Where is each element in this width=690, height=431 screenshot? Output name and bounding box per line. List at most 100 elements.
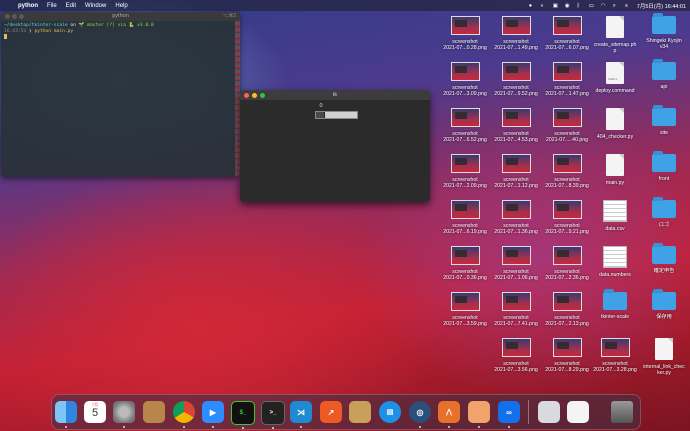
desktop-icon[interactable]: ロゴ bbox=[636, 197, 690, 228]
document-icon: SHELL bbox=[606, 62, 624, 84]
desktop-icon[interactable]: SHELL deploy.command bbox=[587, 62, 643, 94]
image-thumbnail-icon bbox=[501, 246, 531, 265]
dock-finder-icon[interactable] bbox=[55, 401, 77, 428]
desktop-icon[interactable]: screenshot 2021-07...3.59.png bbox=[437, 292, 493, 328]
menu-edit[interactable]: Edit bbox=[66, 3, 76, 9]
document-icon bbox=[603, 246, 627, 268]
desktop-icon-label: screenshot 2021-07...3.56.png bbox=[494, 361, 538, 374]
desktop-icon-label: screenshot 2021-07...3.28.png bbox=[593, 361, 637, 374]
desktop-icon[interactable]: 確定申告 bbox=[636, 243, 690, 274]
menu-clock[interactable]: 7月5日(月) 16:44:01 bbox=[637, 2, 686, 10]
tk-window[interactable]: tk 0 bbox=[240, 90, 430, 202]
dock-trash-icon[interactable] bbox=[611, 401, 633, 423]
dock-archive-icon[interactable] bbox=[349, 401, 371, 423]
dock-search-app-icon[interactable]: ◎ bbox=[409, 401, 431, 428]
tk-titlebar[interactable]: tk bbox=[240, 90, 430, 100]
desktop-icon-label: screenshot 2021-07...9.52.png bbox=[494, 85, 538, 98]
wifi-icon[interactable]: ◠ bbox=[601, 3, 607, 9]
dock-chrome-icon[interactable] bbox=[173, 401, 195, 428]
desktop-icon-label: screenshot 2021-07...0.28.png bbox=[443, 39, 487, 52]
desktop-icon[interactable]: site bbox=[636, 105, 690, 136]
desktop-icon[interactable]: tkinter-scale bbox=[587, 289, 643, 320]
desktop-icon-label: screenshot 2021-07...1.36.png bbox=[494, 223, 538, 236]
dock-stack-icon[interactable]: ⋀ bbox=[438, 401, 460, 428]
image-thumbnail-icon bbox=[552, 246, 582, 265]
document-icon bbox=[655, 338, 673, 360]
dock-keynote-icon[interactable] bbox=[468, 401, 490, 428]
status-icon-1[interactable]: ● bbox=[529, 3, 535, 9]
desktop-icon[interactable]: screenshot 2021-07...1.12.png bbox=[488, 154, 544, 190]
desktop-icon[interactable]: Shingeki Kyojin v34 bbox=[636, 13, 690, 51]
menu-app-name[interactable]: python bbox=[18, 3, 38, 9]
desktop-icon[interactable]: screenshot 2021-07...1.06.png bbox=[488, 246, 544, 282]
desktop-icon[interactable]: screenshot 2021-07...3.28.png bbox=[587, 338, 643, 374]
dock-infinity-icon[interactable]: ∞ bbox=[498, 401, 520, 428]
dock-terminal-icon[interactable]: >_ bbox=[261, 401, 285, 429]
dock-document-icon[interactable] bbox=[567, 401, 589, 423]
dock-zoom-icon[interactable]: ▶ bbox=[202, 401, 224, 428]
scale-slider[interactable] bbox=[316, 112, 325, 118]
image-thumbnail-icon bbox=[552, 338, 582, 357]
status-icon-2[interactable]: ◐ bbox=[541, 3, 547, 9]
image-thumbnail-icon bbox=[552, 292, 582, 311]
dock-contacts-icon[interactable] bbox=[143, 401, 165, 423]
desktop-icon[interactable]: screenshot 2021-07...6.52.png bbox=[437, 108, 493, 144]
bluetooth-icon[interactable]: ᛒ bbox=[577, 3, 583, 9]
terminal-titlebar[interactable]: python ⌥⌘2 bbox=[1, 12, 240, 21]
dock-activity-icon[interactable]: ↗ bbox=[320, 401, 342, 423]
battery-icon[interactable]: ▭ bbox=[589, 3, 595, 9]
menu-help[interactable]: Help bbox=[115, 3, 127, 9]
dock-vscode-icon[interactable]: ⋊ bbox=[290, 401, 312, 428]
desktop-icon-label: screenshot 2021-07...3.09.png bbox=[443, 85, 487, 98]
image-thumbnail-icon bbox=[501, 16, 531, 35]
tk-title: tk bbox=[332, 92, 338, 98]
desktop-icon[interactable]: screenshot 2021-07...0.36.png bbox=[437, 246, 493, 282]
image-thumbnail-icon bbox=[450, 16, 480, 35]
desktop-icon-label: 404_checker.py bbox=[596, 134, 634, 140]
desktop-icon[interactable]: screenshot 2021-07...7.41.png bbox=[488, 292, 544, 328]
image-thumbnail-icon bbox=[450, 246, 480, 265]
dock-downloads-icon[interactable] bbox=[538, 401, 560, 423]
dock-calendar-icon[interactable]: 7月 5 bbox=[84, 401, 106, 423]
dock-docker-icon[interactable]: ▤ bbox=[379, 401, 401, 423]
status-icon-4[interactable]: ◉ bbox=[565, 3, 571, 9]
desktop-icon[interactable]: screenshot 2021-07...9.52.png bbox=[488, 62, 544, 98]
menu-file[interactable]: File bbox=[47, 3, 57, 9]
desktop-icon[interactable]: screenshot 2021-07...0.28.png bbox=[437, 16, 493, 52]
folder-icon bbox=[652, 13, 676, 34]
desktop-icon[interactable]: 保存用 bbox=[636, 289, 690, 320]
desktop-icon-label: deploy.command bbox=[595, 88, 635, 94]
menu-window[interactable]: Window bbox=[85, 3, 106, 9]
desktop-icon[interactable]: screenshot 2021-07...2.09.png bbox=[437, 154, 493, 190]
desktop-icon[interactable]: main.py bbox=[587, 154, 643, 186]
desktop-icon-label: screenshot 2021-07...6.52.png bbox=[443, 131, 487, 144]
desktop-icon[interactable]: create_sitemap.ph p bbox=[587, 16, 643, 55]
terminal-window[interactable]: python ⌥⌘2 ~/desktop/tkinter-scale on 🌱 … bbox=[1, 12, 240, 177]
desktop-icon[interactable]: screenshot 2021-07...4.53.png bbox=[488, 108, 544, 144]
dock-system-preferences-icon[interactable] bbox=[113, 401, 135, 428]
desktop-icon[interactable]: internal_link_chec ker.py bbox=[636, 338, 690, 377]
dock-iterm-icon[interactable]: $_ bbox=[231, 401, 255, 429]
image-thumbnail-icon bbox=[450, 154, 480, 173]
desktop-icon[interactable]: api bbox=[636, 59, 690, 90]
desktop-icon-label: screenshot 2021-07...1.49.png bbox=[494, 39, 538, 52]
desktop-icon[interactable]: data.csv bbox=[587, 200, 643, 232]
scale-trough[interactable] bbox=[315, 111, 358, 119]
desktop-icon-label: data.numbers bbox=[599, 272, 631, 278]
desktop-icon[interactable]: screenshot 2021-07...3.09.png bbox=[437, 62, 493, 98]
desktop-icon-label: ロゴ bbox=[658, 222, 670, 228]
folder-icon bbox=[652, 59, 676, 80]
folder-icon bbox=[652, 243, 676, 264]
search-icon[interactable]: ⌕ bbox=[613, 3, 619, 9]
status-icon-3[interactable]: ▣ bbox=[553, 3, 559, 9]
desktop-icon[interactable]: 404_checker.py bbox=[587, 108, 643, 140]
desktop-icon[interactable]: screenshot 2021-07...1.49.png bbox=[488, 16, 544, 52]
desktop-icon[interactable]: screenshot 2021-07...6.19.png bbox=[437, 200, 493, 236]
terminal-content[interactable]: ~/desktop/tkinter-scale on 🌱 master [?] … bbox=[1, 21, 240, 43]
desktop-icon[interactable]: screenshot 2021-07...3.56.png bbox=[488, 338, 544, 374]
control-center-icon[interactable]: ≡ bbox=[625, 3, 631, 9]
desktop-icon[interactable]: screenshot 2021-07...1.36.png bbox=[488, 200, 544, 236]
desktop-icon[interactable]: front bbox=[636, 151, 690, 182]
desktop-icon-label: create_sitemap.ph p bbox=[593, 42, 637, 55]
desktop-icon[interactable]: data.numbers bbox=[587, 246, 643, 278]
